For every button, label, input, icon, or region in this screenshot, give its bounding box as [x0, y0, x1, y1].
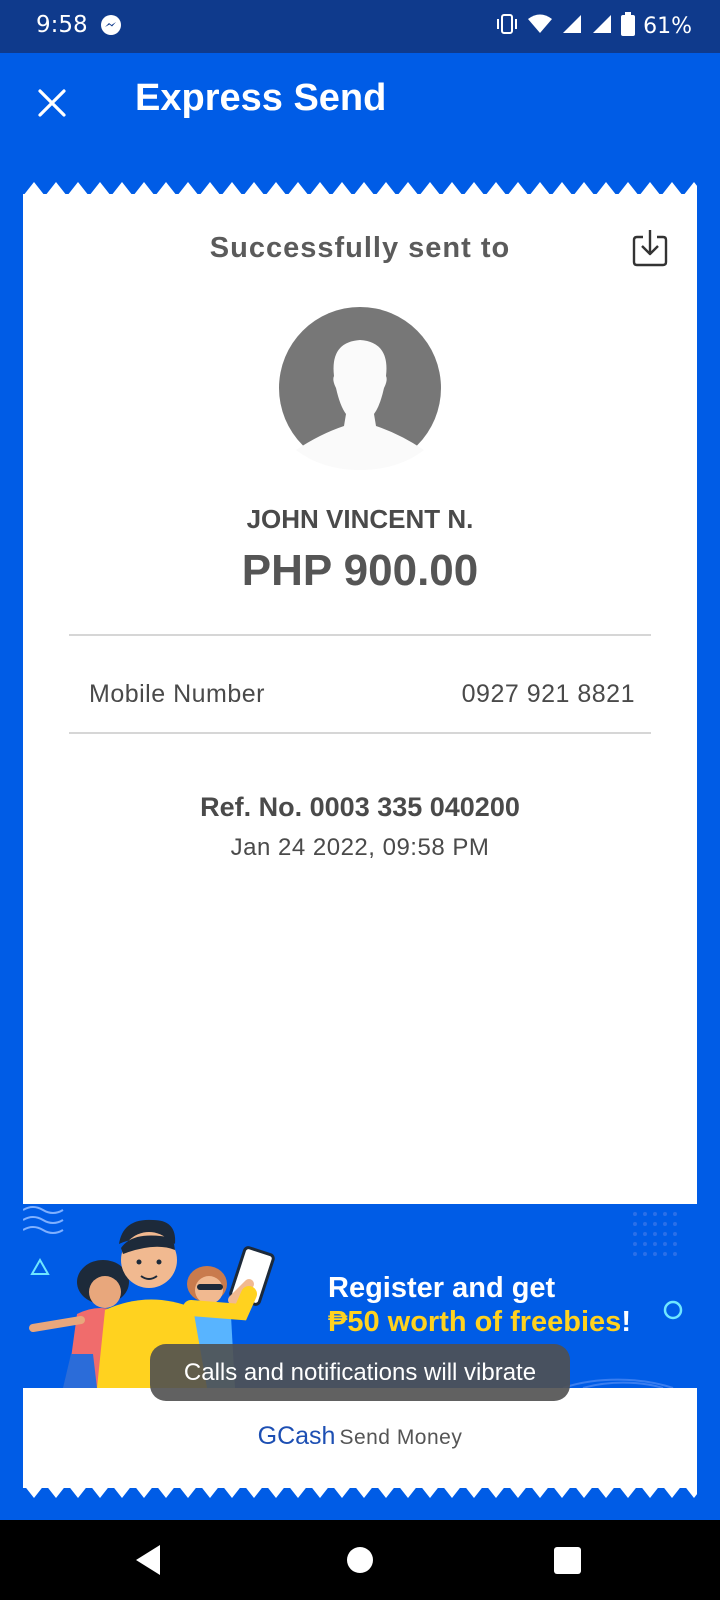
close-icon [38, 89, 66, 117]
navigation-bar [0, 1520, 720, 1600]
transaction-date: Jan 24 2022, 09:58 PM [230, 834, 490, 861]
banner-offer: ₱50 worth of freebies! [328, 1306, 631, 1339]
recents-button[interactable] [547, 1540, 587, 1580]
mobile-number-value: 0927 921 8821 [461, 680, 635, 708]
vibrate-icon [495, 13, 519, 40]
success-message: Successfully sent to [209, 232, 511, 264]
receipt-body: Successfully sent to JOHN VINCENT N. PHP… [23, 194, 697, 1204]
wifi-icon [527, 13, 553, 40]
banner-headline: Register and get [328, 1272, 556, 1304]
page-title: Express Send [135, 77, 387, 119]
banner-offer-exclamation: ! [621, 1306, 631, 1338]
divider [69, 634, 651, 636]
battery-level: 61% [643, 14, 692, 39]
footer-label: Send Money [339, 1426, 463, 1449]
avatar [278, 306, 442, 470]
home-icon [347, 1547, 373, 1573]
receipt-card: Successfully sent to JOHN VINCENT N. PHP… [23, 180, 697, 1500]
signal-icon [591, 13, 613, 40]
app-bar: Express Send [0, 53, 720, 153]
back-button[interactable] [130, 1540, 170, 1580]
amount-sent: PHP 900.00 [241, 546, 479, 595]
banner-offer-text: ₱50 worth of freebies [328, 1306, 622, 1338]
download-button[interactable] [631, 228, 669, 268]
receipt-zigzag-bottom [23, 1484, 697, 1498]
toast-message: Calls and notifications will vibrate [150, 1344, 570, 1401]
messenger-icon [100, 14, 122, 41]
reference-number: Ref. No. 0003 335 040200 [200, 792, 520, 822]
person-icon [279, 307, 441, 470]
recipient-name: JOHN VINCENT N. [246, 504, 474, 534]
status-bar: 9:58 61% [0, 0, 720, 53]
back-icon [136, 1545, 160, 1575]
status-time: 9:58 [36, 12, 88, 38]
signal-icon [561, 13, 583, 40]
home-button[interactable] [340, 1540, 380, 1580]
gcash-brand: GCash [257, 1422, 336, 1450]
mobile-number-label: Mobile Number [89, 680, 266, 708]
battery-icon [621, 12, 636, 41]
divider [69, 732, 651, 734]
download-icon [632, 230, 668, 267]
close-button[interactable] [30, 81, 74, 125]
recents-icon [554, 1547, 581, 1574]
receipt-footer: GCash Send Money [23, 1388, 697, 1488]
